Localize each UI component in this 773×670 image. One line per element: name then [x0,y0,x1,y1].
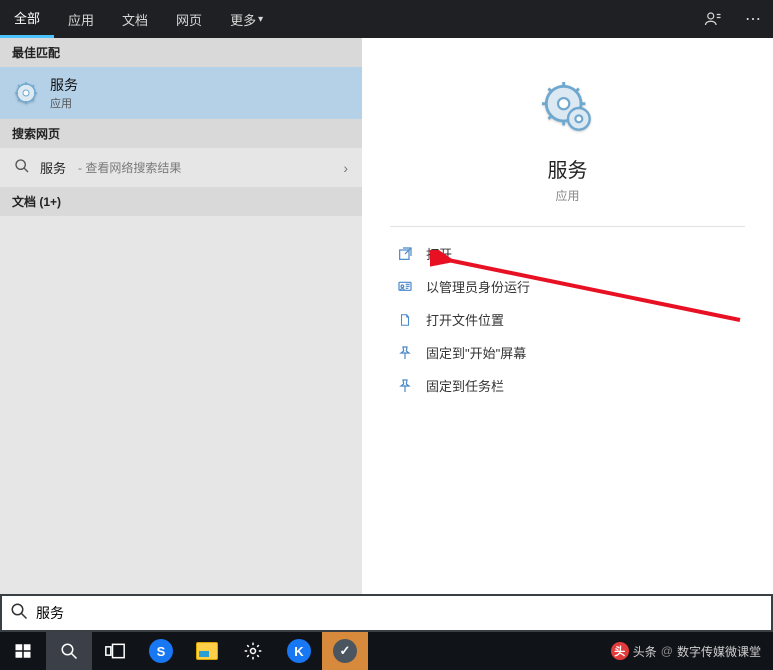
action-pin-to-start[interactable]: 固定到"开始"屏幕 [390,336,745,369]
credit-author: 数字传媒微课堂 [677,643,761,660]
search-icon [10,602,28,625]
shield-icon [396,279,414,295]
best-match-title: 服务 [50,75,78,95]
search-web-header: 搜索网页 [0,119,362,148]
search-filter-tabs: 全部 应用 文档 网页 更多 ▾ ⋯ [0,0,773,38]
taskbar: S K ✓ 头 头条 @ 数字传媒微课堂 [0,632,773,670]
gear-icon [12,79,40,107]
toutiao-icon: 头 [611,642,629,660]
web-row-label: 服务 [40,158,66,177]
results-panel: 最佳匹配 服务 应用 搜索网页 服务 - 查看网络搜索结果 › 文档 (1+ [0,38,362,594]
search-web-item[interactable]: 服务 - 查看网络搜索结果 › [0,148,362,187]
action-run-as-admin[interactable]: 以管理员身份运行 [390,270,745,303]
tab-web[interactable]: 网页 [162,0,216,38]
tab-apps[interactable]: 应用 [54,0,108,38]
divider [390,226,745,227]
best-match-header: 最佳匹配 [0,38,362,67]
taskbar-app-k[interactable]: K [276,632,322,670]
tab-documents[interactable]: 文档 [108,0,162,38]
taskbar-app-browser[interactable]: ✓ [322,632,368,670]
at-sign: @ [661,644,673,658]
taskbar-app-explorer[interactable] [184,632,230,670]
taskbar-app-sogou[interactable]: S [138,632,184,670]
chevron-right-icon: › [343,160,348,176]
search-taskbar-button[interactable] [46,632,92,670]
pin-icon [396,345,414,361]
action-open-file-location[interactable]: 打开文件位置 [390,303,745,336]
best-match-subtitle: 应用 [50,95,78,111]
chevron-down-icon: ▾ [258,14,263,25]
search-bar [0,594,773,632]
watermark: 头 头条 @ 数字传媒微课堂 [611,642,773,660]
app-title: 服务 [390,154,745,183]
documents-header[interactable]: 文档 (1+) [0,187,362,216]
pin-icon [396,378,414,394]
search-icon [14,158,30,177]
preview-panel: 服务 应用 打开 以管理员身份运行 打开文件位置 [362,38,773,594]
credit-label: 头条 [633,643,657,660]
start-button[interactable] [0,632,46,670]
task-view-button[interactable] [92,632,138,670]
taskbar-app-settings[interactable] [230,632,276,670]
app-large-gear-icon [540,80,596,136]
action-pin-start-label: 固定到"开始"屏幕 [426,343,526,362]
more-options-icon[interactable]: ⋯ [733,0,773,38]
action-open-location-label: 打开文件位置 [426,310,504,329]
action-open[interactable]: 打开 [390,237,745,270]
action-run-admin-label: 以管理员身份运行 [426,277,530,296]
search-input[interactable] [36,605,763,621]
open-icon [396,246,414,262]
app-subtitle: 应用 [390,187,745,204]
action-pin-taskbar-label: 固定到任务栏 [426,376,504,395]
action-open-label: 打开 [426,244,452,263]
web-row-hint: - 查看网络搜索结果 [78,159,181,176]
tab-more-label: 更多 [230,10,256,29]
folder-icon [396,312,414,328]
action-pin-to-taskbar[interactable]: 固定到任务栏 [390,369,745,402]
feedback-icon[interactable] [693,0,733,38]
tab-all[interactable]: 全部 [0,0,54,38]
best-match-item[interactable]: 服务 应用 [0,67,362,119]
tab-more[interactable]: 更多 ▾ [216,0,277,38]
